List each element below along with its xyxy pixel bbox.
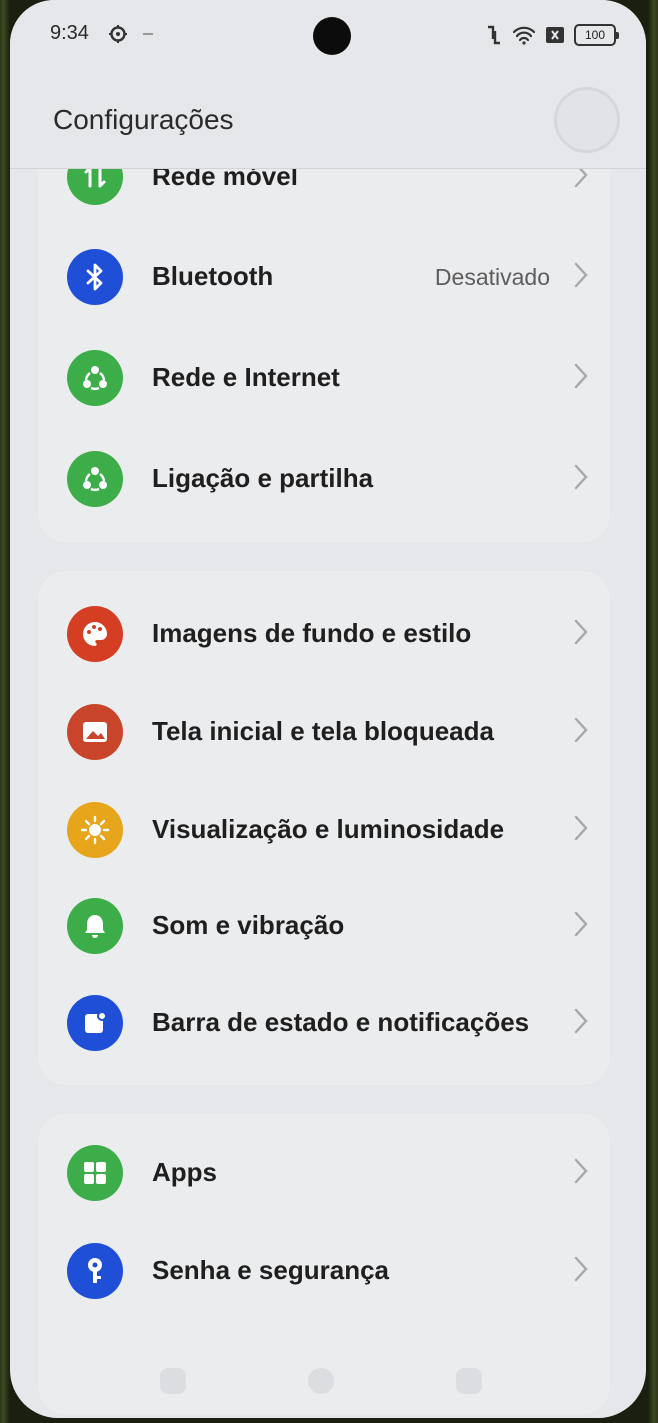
settings-item-label: Barra de estado e notificações	[152, 1007, 530, 1037]
chevron-right-icon	[574, 911, 588, 937]
back-button[interactable]	[456, 1368, 482, 1394]
chevron-right-icon	[574, 262, 588, 288]
sim-off-icon	[546, 27, 564, 43]
phone-frame: Rede móvel Bluetooth Desativado Rede e I…	[0, 0, 658, 1423]
settings-item-display-brightness[interactable]: Visualização e luminosidade	[38, 781, 610, 877]
chevron-right-icon	[574, 619, 588, 645]
chevron-right-icon	[574, 815, 588, 841]
settings-item-label: Ligação e partilha	[152, 463, 374, 493]
settings-item-wallpaper-style[interactable]: Imagens de fundo e estilo	[38, 585, 610, 681]
key-icon	[67, 1243, 123, 1299]
status-time: 9:34	[50, 22, 89, 44]
settings-gear-icon	[109, 25, 127, 43]
chevron-right-icon	[574, 1256, 588, 1282]
settings-item-label: Tela inicial e tela bloqueada	[152, 716, 494, 746]
status-dash	[143, 33, 153, 35]
settings-item-label: Som e vibração	[152, 910, 345, 940]
settings-item-network-internet[interactable]: Rede e Internet	[38, 329, 610, 425]
settings-item-bluetooth[interactable]: Bluetooth Desativado	[38, 228, 610, 324]
settings-item-connection-sharing[interactable]: Ligação e partilha	[38, 430, 610, 526]
navigation-bar	[10, 1338, 646, 1418]
front-camera	[313, 17, 351, 55]
apps-grid-icon	[67, 1145, 123, 1201]
brightness-icon	[67, 802, 123, 858]
settings-item-apps[interactable]: Apps	[38, 1124, 610, 1220]
page-title: Configurações	[53, 104, 234, 135]
screen: Rede móvel Bluetooth Desativado Rede e I…	[10, 0, 646, 1418]
bluetooth-icon	[67, 249, 123, 305]
recent-apps-button[interactable]	[160, 1368, 186, 1394]
settings-item-status-bar-notifications[interactable]: Barra de estado e notificações	[38, 974, 610, 1070]
settings-item-home-lock-screen[interactable]: Tela inicial e tela bloqueada	[38, 683, 610, 779]
chevron-right-icon	[574, 717, 588, 743]
settings-item-label: Imagens de fundo e estilo	[152, 618, 472, 648]
settings-item-password-security[interactable]: Senha e segurança	[38, 1222, 610, 1318]
notification-icon	[67, 995, 123, 1051]
settings-item-label: Senha e segurança	[152, 1255, 389, 1285]
image-icon	[67, 704, 123, 760]
settings-item-label: Rede e Internet	[152, 362, 340, 392]
network-icon	[67, 350, 123, 406]
palette-icon	[67, 606, 123, 662]
settings-item-label: Apps	[152, 1157, 217, 1187]
account-avatar[interactable]	[554, 87, 620, 153]
chevron-right-icon	[574, 1158, 588, 1184]
settings-item-sound-vibration[interactable]: Som e vibração	[38, 877, 610, 973]
status-icons: 100	[485, 24, 619, 46]
status-bar: 9:34 100	[10, 0, 646, 70]
settings-item-label: Bluetooth	[152, 261, 274, 291]
nfc-icon	[488, 25, 500, 45]
home-button[interactable]	[308, 1368, 334, 1394]
chevron-right-icon	[574, 363, 588, 389]
wifi-icon	[512, 26, 536, 45]
bell-icon	[67, 898, 123, 954]
settings-group-personalization: Imagens de fundo e estilo Tela inicial e…	[38, 571, 610, 1085]
settings-list[interactable]: Rede móvel Bluetooth Desativado Rede e I…	[10, 0, 646, 1418]
settings-item-label: Visualização e luminosidade	[152, 814, 505, 844]
battery-icon: 100	[574, 24, 619, 46]
chevron-right-icon	[574, 1008, 588, 1034]
chevron-right-icon	[574, 464, 588, 490]
share-icon	[67, 451, 123, 507]
bluetooth-status: Desativado	[434, 264, 550, 290]
page-header: Configurações	[10, 70, 646, 169]
